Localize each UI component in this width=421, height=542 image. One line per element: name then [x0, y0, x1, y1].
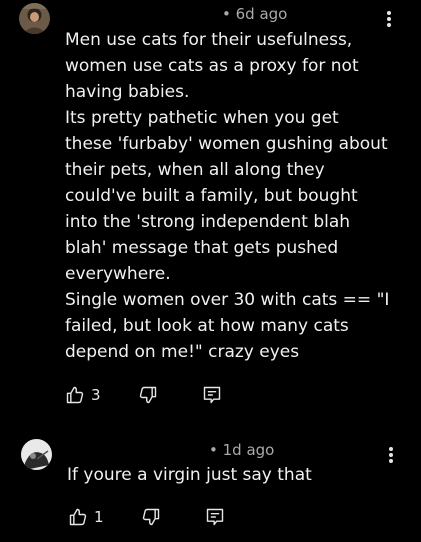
- comment-text: Men use cats for their usefulness, women…: [65, 27, 390, 365]
- reply-button[interactable]: [202, 383, 222, 407]
- thumbs-up-icon: [69, 508, 87, 526]
- reply-icon: [203, 386, 221, 404]
- comment-paragraph: Its pretty pathetic when you get these '…: [65, 108, 388, 284]
- separator-dot: •: [222, 5, 236, 23]
- comment: • 1d ago If youre a virgin just say that…: [0, 430, 421, 542]
- like-count: 3: [91, 386, 101, 404]
- thumbs-up-icon: [66, 386, 84, 404]
- more-vertical-icon: [387, 11, 391, 15]
- like-button[interactable]: 1: [68, 505, 104, 529]
- comment-paragraph: If youre a virgin just say that: [67, 465, 312, 485]
- avatar[interactable]: [19, 3, 50, 34]
- comment-timestamp: • 6d ago: [222, 5, 287, 23]
- comment-timestamp: • 1d ago: [209, 441, 274, 459]
- avatar-image: [21, 439, 52, 470]
- reply-icon: [206, 508, 224, 526]
- thumbs-down-icon: [139, 386, 157, 404]
- separator-dot: •: [209, 441, 223, 459]
- timestamp-text: 1d ago: [222, 441, 275, 459]
- comment-text: If youre a virgin just say that: [67, 462, 392, 488]
- avatar[interactable]: [21, 439, 52, 470]
- timestamp-text: 6d ago: [235, 5, 288, 23]
- dislike-button[interactable]: [138, 383, 158, 407]
- like-count: 1: [94, 508, 104, 526]
- thumbs-down-icon: [142, 508, 160, 526]
- more-vertical-icon-dot: [387, 17, 391, 21]
- more-vertical-icon: [389, 447, 393, 451]
- comment-paragraph: Single women over 30 with cats == "I fai…: [65, 290, 390, 362]
- avatar-image: [19, 3, 50, 34]
- more-vertical-icon-dot: [389, 453, 393, 457]
- dislike-button[interactable]: [141, 505, 161, 529]
- more-options-button[interactable]: [381, 9, 397, 29]
- comment-paragraph: Men use cats for their usefulness, women…: [65, 30, 359, 102]
- comment: • 6d ago Men use cats for their usefulne…: [0, 0, 421, 420]
- reply-button[interactable]: [205, 505, 225, 529]
- like-button[interactable]: 3: [65, 383, 101, 407]
